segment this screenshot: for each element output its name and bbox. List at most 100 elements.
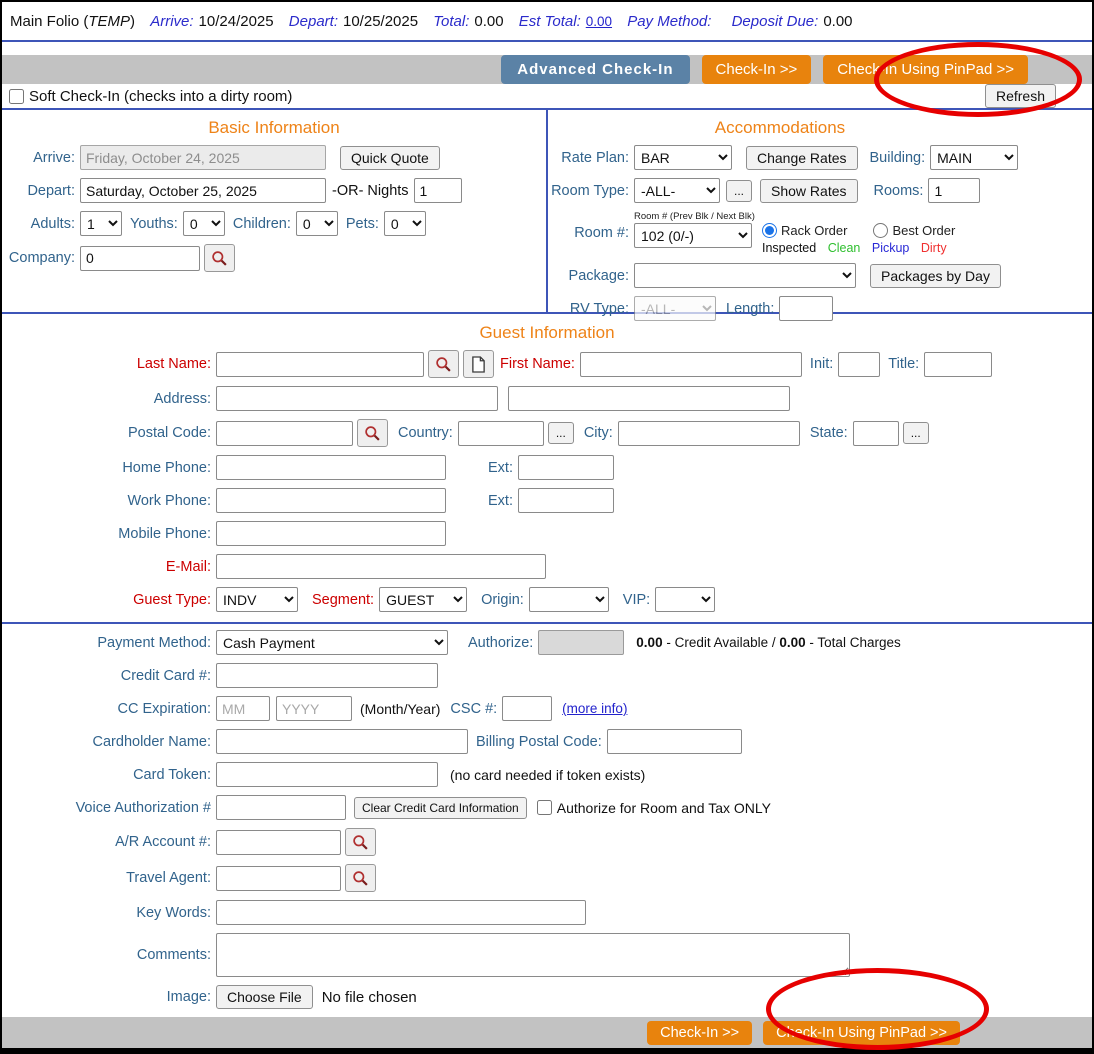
guest-search-button[interactable]: [428, 350, 459, 378]
deposit-due-summary-label: Deposit Due:: [732, 13, 819, 30]
credit-card-row: Credit Card #:: [2, 663, 1092, 688]
work-ext-input[interactable]: [518, 488, 614, 513]
cc-exp-month-input[interactable]: [216, 696, 270, 721]
room-number-block: Room # (Prev Blk / Next Blk) 102 (0/-) R…: [634, 211, 955, 255]
youths-select[interactable]: 0: [183, 211, 225, 236]
travel-agent-label: Travel Agent:: [2, 870, 216, 886]
checkin-button-top[interactable]: Check-In >>: [702, 55, 812, 84]
travel-agent-input[interactable]: [216, 866, 341, 891]
best-order-radio[interactable]: [873, 223, 888, 238]
email-input[interactable]: [216, 554, 546, 579]
country-more-button[interactable]: ...: [548, 422, 574, 444]
cc-exp-year-input[interactable]: [276, 696, 352, 721]
rate-plan-select[interactable]: BAR: [634, 145, 732, 170]
bottom-toolbar: Check-In >> Check-In Using PinPad >>: [2, 1017, 1092, 1048]
postal-search-button[interactable]: [357, 419, 388, 447]
address-line1-input[interactable]: [216, 386, 498, 411]
nights-input[interactable]: [414, 178, 462, 203]
total-charges-value: 0.00: [779, 635, 805, 650]
room-type-more-button[interactable]: ...: [726, 180, 752, 202]
country-label: Country:: [398, 425, 458, 441]
csc-input[interactable]: [502, 696, 552, 721]
room-type-select[interactable]: -ALL-: [634, 178, 720, 203]
show-rates-button[interactable]: Show Rates: [760, 179, 857, 203]
mobile-phone-row: Mobile Phone:: [2, 521, 1092, 546]
checkin-button-bottom[interactable]: Check-In >>: [647, 1021, 752, 1045]
pets-label: Pets:: [346, 216, 384, 232]
ar-account-search-button[interactable]: [345, 828, 376, 856]
choose-file-button[interactable]: Choose File: [216, 985, 313, 1009]
card-token-input[interactable]: [216, 762, 438, 787]
auth-room-tax-option: Authorize for Room and Tax ONLY: [537, 800, 771, 816]
pets-select[interactable]: 0: [384, 211, 426, 236]
ar-account-input[interactable]: [216, 830, 341, 855]
change-rates-button[interactable]: Change Rates: [746, 146, 858, 170]
checkin-pinpad-button-bottom[interactable]: Check-In Using PinPad >>: [763, 1021, 960, 1045]
checkin-pinpad-button-top[interactable]: Check-In Using PinPad >>: [823, 55, 1028, 84]
travel-agent-search-button[interactable]: [345, 864, 376, 892]
vip-select[interactable]: [655, 587, 715, 612]
init-input[interactable]: [838, 352, 880, 377]
card-token-label: Card Token:: [2, 767, 216, 783]
payment-method-select[interactable]: Cash Payment: [216, 630, 448, 655]
credit-card-input[interactable]: [216, 663, 438, 688]
mobile-phone-input[interactable]: [216, 521, 446, 546]
soft-checkin-checkbox[interactable]: [9, 89, 24, 104]
basic-information-title: Basic Information: [2, 115, 546, 145]
status-dirty: Dirty: [921, 241, 947, 255]
billing-postal-label: Billing Postal Code:: [476, 734, 607, 750]
first-name-input[interactable]: [580, 352, 802, 377]
company-search-button[interactable]: [204, 244, 235, 272]
accommodations-title: Accommodations: [548, 115, 1012, 145]
segment-select[interactable]: GUEST: [379, 587, 467, 612]
cc-expiration-label: CC Expiration:: [2, 701, 216, 717]
address-line2-input[interactable]: [508, 386, 790, 411]
rack-order-radio[interactable]: [762, 223, 777, 238]
rack-order-label: Rack Order: [781, 223, 847, 238]
home-ext-input[interactable]: [518, 455, 614, 480]
city-input[interactable]: [618, 421, 800, 446]
guest-type-select[interactable]: INDV: [216, 587, 298, 612]
adults-select[interactable]: 1: [80, 211, 122, 236]
package-select[interactable]: [634, 263, 856, 288]
est-total-link[interactable]: 0.00: [586, 14, 612, 29]
basic-information-section: Basic Information Arrive: Quick Quote De…: [2, 110, 548, 312]
advanced-checkin-button[interactable]: Advanced Check-In: [501, 55, 689, 84]
packages-by-day-button[interactable]: Packages by Day: [870, 264, 1001, 288]
title-input[interactable]: [924, 352, 992, 377]
work-phone-label: Work Phone:: [2, 493, 216, 509]
building-select[interactable]: MAIN: [930, 145, 1018, 170]
company-input[interactable]: [80, 246, 200, 271]
key-words-input[interactable]: [216, 900, 586, 925]
country-input[interactable]: [458, 421, 544, 446]
auth-room-tax-checkbox[interactable]: [537, 800, 552, 815]
quick-quote-button[interactable]: Quick Quote: [340, 146, 440, 170]
room-number-select[interactable]: 102 (0/-): [634, 223, 752, 248]
comments-textarea[interactable]: [216, 933, 850, 977]
rooms-input[interactable]: [928, 178, 980, 203]
guest-type-label: Guest Type:: [2, 592, 216, 608]
csc-more-info-link[interactable]: (more info): [562, 701, 627, 716]
package-row: Package: Packages by Day: [548, 263, 1092, 288]
arrive-input: [80, 145, 326, 170]
refresh-button[interactable]: Refresh: [985, 84, 1056, 108]
work-phone-input[interactable]: [216, 488, 446, 513]
work-ext-label: Ext:: [488, 493, 518, 509]
cardholder-name-input[interactable]: [216, 729, 468, 754]
state-input[interactable]: [853, 421, 899, 446]
accommodations-section: Accommodations Rate Plan: BAR Change Rat…: [548, 110, 1092, 312]
new-guest-button[interactable]: [463, 350, 494, 378]
children-select[interactable]: 0: [296, 211, 338, 236]
building-label: Building:: [870, 150, 931, 166]
clear-cc-button[interactable]: Clear Credit Card Information: [354, 797, 527, 819]
billing-postal-input[interactable]: [607, 729, 742, 754]
home-phone-input[interactable]: [216, 455, 446, 480]
origin-select[interactable]: [529, 587, 609, 612]
voice-auth-input[interactable]: [216, 795, 346, 820]
guest-type-row: Guest Type: INDV Segment: GUEST Origin: …: [2, 587, 1092, 612]
state-more-button[interactable]: ...: [903, 422, 929, 444]
last-name-input[interactable]: [216, 352, 424, 377]
depart-input[interactable]: [80, 178, 326, 203]
authorize-input: [538, 630, 624, 655]
postal-code-input[interactable]: [216, 421, 353, 446]
